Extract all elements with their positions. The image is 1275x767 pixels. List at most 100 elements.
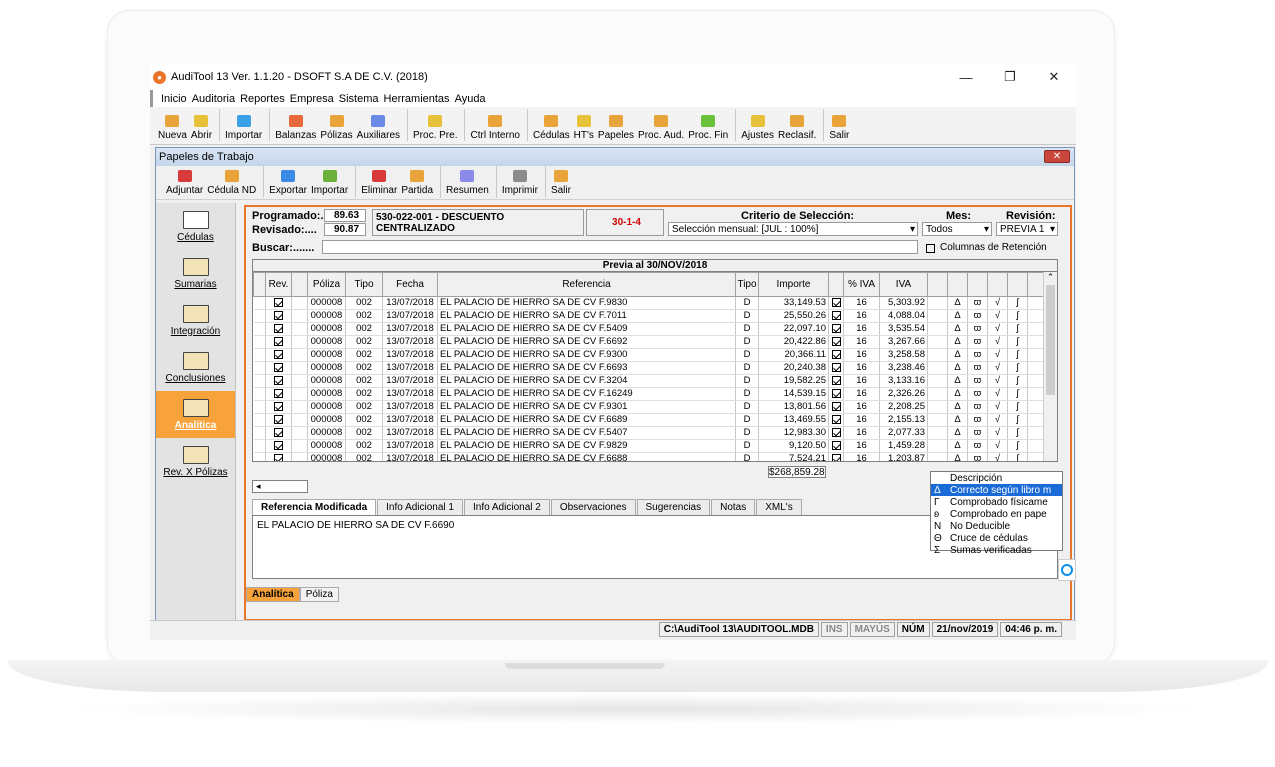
child-toolbar-button-0[interactable]: Adjuntar	[166, 170, 203, 199]
sidebar-item-5[interactable]: Rev. X Pólizas	[156, 438, 235, 485]
row-selector[interactable]	[253, 400, 266, 414]
rev-cell[interactable]	[265, 387, 292, 401]
mark-symbol-cell[interactable]: Δ	[947, 400, 968, 414]
table-row[interactable]: 000008 002 13/07/2018 EL PALACIO DE HIERRO …	[253, 309, 1048, 323]
row-selector[interactable]	[253, 322, 266, 336]
rev-cell[interactable]	[265, 439, 292, 453]
grid-header[interactable]	[1007, 272, 1028, 297]
iva-checkbox[interactable]	[831, 298, 841, 307]
grid-header[interactable]: Tipo	[345, 272, 383, 297]
mark-symbol-cell[interactable]: √	[987, 387, 1008, 401]
row-selector[interactable]	[253, 387, 266, 401]
table-row[interactable]: 000008 002 13/07/2018 EL PALACIO DE HIERRO …	[253, 361, 1048, 375]
menu-inicio[interactable]: Inicio	[161, 93, 187, 105]
table-row[interactable]: 000008 002 13/07/2018 EL PALACIO DE HIERRO …	[253, 322, 1048, 336]
mark-cell[interactable]	[927, 387, 948, 401]
toolbar-button-9[interactable]: HT's	[574, 115, 594, 144]
mark-symbol-cell[interactable]: ϖ	[967, 400, 988, 414]
menu-herramientas[interactable]: Herramientas	[384, 93, 450, 105]
grid-header[interactable]	[927, 272, 948, 297]
mark-symbol-cell[interactable]: Δ	[947, 426, 968, 440]
bottom-tab-0[interactable]: Analítica	[246, 587, 300, 602]
child-close-button[interactable]: ✕	[1044, 150, 1070, 163]
rev-checkbox[interactable]	[274, 428, 283, 437]
child-toolbar-button-3[interactable]: Importar	[311, 170, 348, 199]
table-row[interactable]: 000008 002 13/07/2018 EL PALACIO DE HIERRO …	[253, 452, 1048, 461]
bottom-tab-1[interactable]: Póliza	[299, 587, 339, 602]
sidebar-item-2[interactable]: Integración	[156, 297, 235, 344]
rev-cell[interactable]	[265, 348, 292, 362]
grid-header[interactable]: % IVA	[843, 272, 880, 297]
maximize-button[interactable]: ❐	[988, 64, 1032, 90]
menu-ayuda[interactable]: Ayuda	[455, 93, 486, 105]
mark-symbol-cell[interactable]: Δ	[947, 439, 968, 453]
criterio-select[interactable]: Selección mensual: [JUL : 100%] ▾	[668, 222, 918, 236]
iva-checkbox[interactable]	[831, 363, 841, 372]
rev-cell[interactable]	[265, 335, 292, 349]
iva-check-cell[interactable]	[828, 309, 844, 323]
rev-checkbox[interactable]	[274, 324, 283, 333]
mark-symbol-cell[interactable]: ϖ	[967, 335, 988, 349]
mark-cell[interactable]	[927, 335, 948, 349]
iva-check-cell[interactable]	[828, 426, 844, 440]
revision-select[interactable]: PREVIA 1 ▾	[996, 222, 1058, 236]
toolbar-button-0[interactable]: Nueva	[158, 115, 187, 144]
iva-check-cell[interactable]	[828, 413, 844, 427]
toolbar-button-8[interactable]: Cédulas	[533, 115, 570, 144]
rev-cell[interactable]	[265, 309, 292, 323]
retention-checkbox[interactable]	[926, 244, 935, 253]
search-input[interactable]	[322, 240, 918, 254]
sidebar-item-1[interactable]: Sumarias	[156, 250, 235, 297]
rev-cell[interactable]	[265, 296, 292, 310]
toolbar-button-11[interactable]: Proc. Aud.	[638, 115, 684, 144]
mark-symbol-cell[interactable]: ∫	[1007, 400, 1028, 414]
rev-cell[interactable]	[265, 413, 292, 427]
scroll-up-icon[interactable]: ⌃	[1044, 272, 1057, 283]
mes-select[interactable]: Todos ▾	[922, 222, 992, 236]
dropdown-option-3[interactable]: N No Deducible	[931, 520, 1062, 532]
table-row[interactable]: 000008 002 13/07/2018 EL PALACIO DE HIERRO …	[253, 296, 1048, 310]
iva-checkbox[interactable]	[831, 350, 841, 359]
mark-symbol-cell[interactable]: √	[987, 400, 1008, 414]
tab-4[interactable]: Sugerencias	[636, 499, 711, 515]
mark-symbol-cell[interactable]: Δ	[947, 387, 968, 401]
grid-header[interactable]: Póliza	[307, 272, 346, 297]
mark-cell[interactable]	[927, 322, 948, 336]
mark-symbol-cell[interactable]: ϖ	[967, 309, 988, 323]
mark-symbol-cell[interactable]: ϖ	[967, 413, 988, 427]
iva-checkbox[interactable]	[831, 324, 841, 333]
toolbar-button-10[interactable]: Papeles	[598, 115, 634, 144]
mark-symbol-cell[interactable]: Δ	[947, 309, 968, 323]
dropdown-option-1[interactable]: Γ Comprobado físicame	[931, 496, 1062, 508]
mark-symbol-cell[interactable]: Δ	[947, 361, 968, 375]
mark-symbol-cell[interactable]: ∫	[1007, 413, 1028, 427]
iva-checkbox[interactable]	[831, 402, 841, 411]
mark-symbol-cell[interactable]: ∫	[1007, 309, 1028, 323]
mark-symbol-cell[interactable]: √	[987, 348, 1008, 362]
toolbar-button-4[interactable]: Pólizas	[320, 115, 353, 144]
rev-checkbox[interactable]	[274, 389, 283, 398]
child-toolbar-button-8[interactable]: Salir	[551, 170, 571, 199]
iva-check-cell[interactable]	[828, 439, 844, 453]
mark-symbol-cell[interactable]: Δ	[947, 296, 968, 310]
mark-symbol-cell[interactable]: Δ	[947, 374, 968, 388]
child-toolbar-button-2[interactable]: Exportar	[269, 170, 307, 199]
toolbar-button-15[interactable]: Salir	[829, 115, 849, 144]
grid-header[interactable]	[967, 272, 988, 297]
grid-vscroll[interactable]: ⌃	[1043, 272, 1057, 461]
mark-symbol-cell[interactable]: ϖ	[967, 387, 988, 401]
mark-symbol-cell[interactable]: ϖ	[967, 296, 988, 310]
child-toolbar-button-5[interactable]: Partida	[401, 170, 433, 199]
mark-symbol-cell[interactable]: Δ	[947, 452, 968, 461]
grid-header[interactable]	[947, 272, 968, 297]
mark-symbol-cell[interactable]: ∫	[1007, 374, 1028, 388]
toolbar-button-13[interactable]: Ajustes	[741, 115, 774, 144]
menu-reportes[interactable]: Reportes	[240, 93, 285, 105]
dropdown-option-2[interactable]: ʚ Comprobado en pape	[931, 508, 1062, 520]
toolbar-button-7[interactable]: Ctrl Interno	[470, 115, 520, 144]
iva-check-cell[interactable]	[828, 296, 844, 310]
iva-check-cell[interactable]	[828, 387, 844, 401]
mark-cell[interactable]	[927, 361, 948, 375]
dropdown-option-0[interactable]: Δ Correcto según libro m	[931, 484, 1062, 496]
mark-symbol-cell[interactable]: ∫	[1007, 322, 1028, 336]
